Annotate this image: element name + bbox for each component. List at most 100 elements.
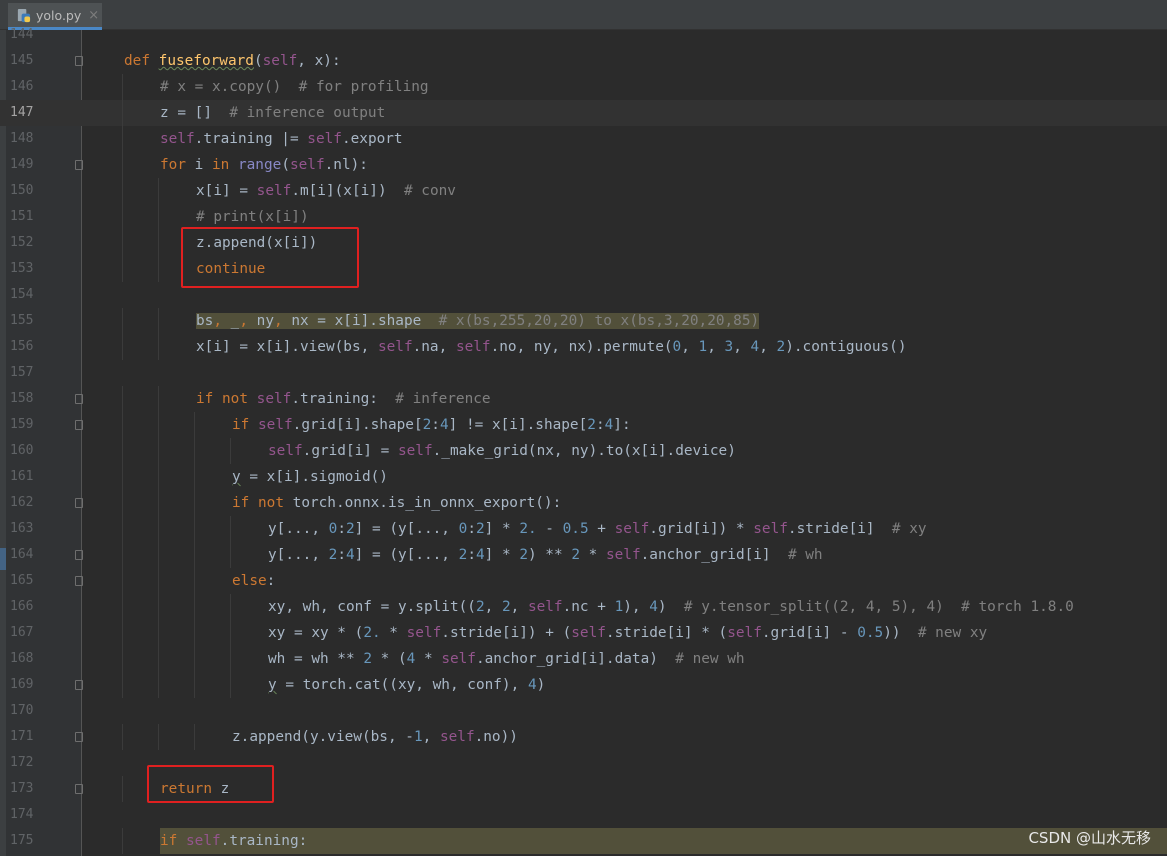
code-line-167[interactable]: 167 xy = xy * (2. * self.stride[i]) + (se… bbox=[0, 620, 1167, 646]
indent-guide bbox=[158, 516, 159, 542]
code-line-174[interactable]: 174 bbox=[0, 802, 1167, 828]
code-line-169[interactable]: 169 y = torch.cat((xy, wh, conf), 4) bbox=[0, 672, 1167, 698]
indent-guide bbox=[194, 438, 195, 464]
indent-guide bbox=[122, 334, 123, 360]
code-line-170[interactable]: 170 bbox=[0, 698, 1167, 724]
code-line-157[interactable]: 157 bbox=[0, 360, 1167, 386]
code-text: for i in range(self.nl): bbox=[160, 152, 368, 178]
code-line-168[interactable]: 168 wh = wh ** 2 * (4 * self.anchor_grid[… bbox=[0, 646, 1167, 672]
code-line-162[interactable]: 162 if not torch.onnx.is_in_onnx_export()… bbox=[0, 490, 1167, 516]
code-token: # wh bbox=[787, 547, 823, 563]
code-line-149[interactable]: 149 for i in range(self.nl): bbox=[0, 152, 1167, 178]
code-token: .training: bbox=[220, 833, 308, 849]
code-token: 4 bbox=[649, 599, 658, 615]
line-number: 168 bbox=[10, 651, 34, 666]
line-number: 173 bbox=[10, 781, 34, 796]
close-icon[interactable]: × bbox=[88, 8, 99, 23]
indent-guide bbox=[158, 594, 159, 620]
indent-guide bbox=[122, 568, 123, 594]
indent-guide bbox=[158, 568, 159, 594]
code-token: , bbox=[484, 599, 502, 615]
code-token: x[i] = bbox=[196, 183, 257, 199]
code-line-150[interactable]: 150 x[i] = self.m[i](x[i]) # conv bbox=[0, 178, 1167, 204]
indent-guide bbox=[122, 230, 123, 256]
code-line-161[interactable]: 161 y = x[i].sigmoid() bbox=[0, 464, 1167, 490]
code-line-145[interactable]: 145 def fuseforward(self, x): bbox=[0, 48, 1167, 74]
indent-guide bbox=[122, 438, 123, 464]
indent-guide bbox=[158, 438, 159, 464]
code-token: ] * bbox=[484, 521, 520, 537]
indent-guide bbox=[158, 620, 159, 646]
fold-marker-icon[interactable] bbox=[75, 680, 83, 690]
code-token: : bbox=[431, 417, 440, 433]
code-token: self bbox=[397, 443, 433, 459]
csdn-watermark: CSDN @山水无移 bbox=[1028, 829, 1151, 847]
code-token: = torch.cat((xy, wh, conf), bbox=[276, 677, 528, 693]
code-token: else bbox=[232, 573, 267, 589]
indent-guide bbox=[122, 74, 123, 100]
indent-guide bbox=[122, 100, 123, 126]
code-token: .no, ny, nx).permute( bbox=[490, 339, 673, 355]
code-token: self bbox=[258, 417, 293, 433]
code-line-165[interactable]: 165 else: bbox=[0, 568, 1167, 594]
code-line-171[interactable]: 171 z.append(y.view(bs, -1, self.no)) bbox=[0, 724, 1167, 750]
code-line-153[interactable]: 153 continue bbox=[0, 256, 1167, 282]
code-line-152[interactable]: 152 z.append(x[i]) bbox=[0, 230, 1167, 256]
fold-marker-icon[interactable] bbox=[75, 394, 83, 404]
code-line-155[interactable]: 155 bs, _, ny, nx = x[i].shape # x(bs,255… bbox=[0, 308, 1167, 334]
indent-guide bbox=[122, 204, 123, 230]
code-token: .grid[i] = bbox=[302, 443, 398, 459]
red-annotation-box-append-continue bbox=[181, 227, 359, 288]
fold-marker-icon[interactable] bbox=[75, 498, 83, 508]
indent-guide bbox=[122, 490, 123, 516]
code-token: self bbox=[160, 131, 195, 147]
code-token: ) bbox=[657, 599, 684, 615]
code-line-163[interactable]: 163 y[..., 0:2] = (y[..., 0:2] * 2. - 0.5… bbox=[0, 516, 1167, 542]
fold-marker-icon[interactable] bbox=[75, 576, 83, 586]
code-line-151[interactable]: 151 # print(x[i]) bbox=[0, 204, 1167, 230]
code-line-156[interactable]: 156 x[i] = x[i].view(bs, self.na, self.no… bbox=[0, 334, 1167, 360]
fold-marker-icon[interactable] bbox=[75, 784, 83, 794]
code-text: else: bbox=[232, 568, 275, 594]
fold-marker-icon[interactable] bbox=[75, 160, 83, 170]
code-line-148[interactable]: 148 self.training |= self.export bbox=[0, 126, 1167, 152]
code-token: ), bbox=[623, 599, 650, 615]
fold-marker-icon[interactable] bbox=[75, 550, 83, 560]
code-line-144[interactable]: 144 bbox=[0, 22, 1167, 48]
code-token: # x(bs,255,20,20) to x(bs,3,20,20,85) bbox=[438, 313, 760, 329]
code-token: # x = x.copy() # for profiling bbox=[160, 79, 429, 95]
indent-guide bbox=[122, 126, 123, 152]
line-number: 162 bbox=[10, 495, 34, 510]
code-text: y[..., 0:2] = (y[..., 0:2] * 2. - 0.5 + … bbox=[268, 516, 927, 542]
code-token: .stride[i] * ( bbox=[605, 625, 728, 641]
code-line-164[interactable]: 164 y[..., 2:4] = (y[..., 2:4] * 2) ** 2 … bbox=[0, 542, 1167, 568]
fold-marker-icon[interactable] bbox=[75, 420, 83, 430]
code-line-147[interactable]: 147 z = [] # inference output bbox=[0, 100, 1167, 126]
code-line-159[interactable]: 159 if self.grid[i].shape[2:4] != x[i].sh… bbox=[0, 412, 1167, 438]
code-token: self bbox=[186, 833, 221, 849]
indent-guide bbox=[158, 542, 159, 568]
code-line-146[interactable]: 146 # x = x.copy() # for profiling bbox=[0, 74, 1167, 100]
code-line-158[interactable]: 158 if not self.training: # inference bbox=[0, 386, 1167, 412]
fold-marker-icon[interactable] bbox=[75, 732, 83, 742]
indent-guide bbox=[194, 464, 195, 490]
code-token: self bbox=[605, 547, 641, 563]
code-line-166[interactable]: 166 xy, wh, conf = y.split((2, 2, self.nc… bbox=[0, 594, 1167, 620]
code-token: , bbox=[707, 339, 725, 355]
code-token: : bbox=[467, 547, 476, 563]
code-token: ) ** bbox=[527, 547, 572, 563]
fold-marker-icon[interactable] bbox=[75, 56, 83, 66]
code-line-160[interactable]: 160 self.grid[i] = self._make_grid(nx, ny… bbox=[0, 438, 1167, 464]
line-number: 169 bbox=[10, 677, 34, 692]
code-token: 2 bbox=[501, 599, 511, 615]
code-text: x[i] = self.m[i](x[i]) # conv bbox=[196, 178, 456, 204]
code-line-175[interactable]: 175 if self.training: bbox=[0, 828, 1167, 854]
code-token: 2 bbox=[422, 417, 432, 433]
code-token: self bbox=[727, 625, 762, 641]
code-line-154[interactable]: 154 bbox=[0, 282, 1167, 308]
code-token: in bbox=[211, 157, 238, 173]
code-editor[interactable]: 144 145 def fuseforward(self, x): 146 # x = … bbox=[0, 22, 1167, 854]
code-token: * bbox=[380, 625, 407, 641]
indent-guide bbox=[194, 412, 195, 438]
code-token: .export bbox=[341, 131, 403, 147]
